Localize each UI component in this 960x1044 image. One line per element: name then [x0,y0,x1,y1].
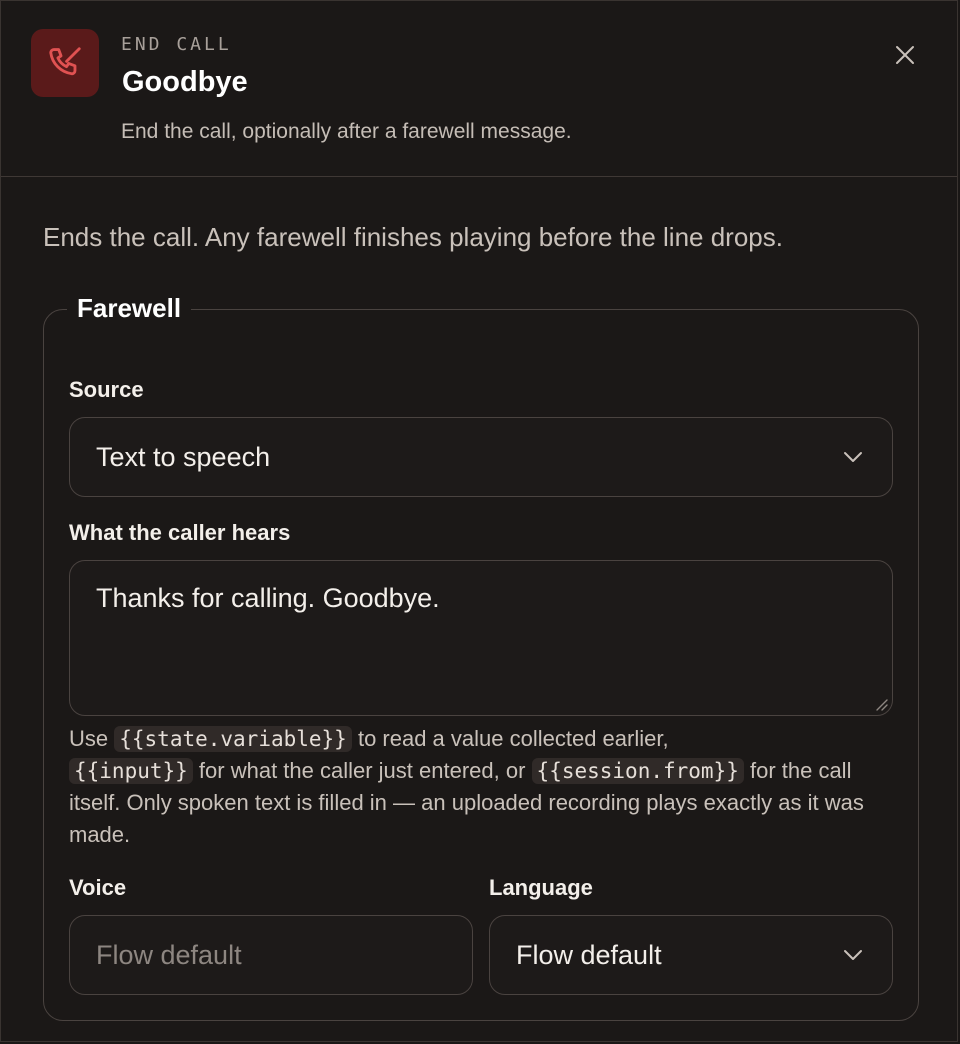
code-session-from: {{session.from}} [531,758,744,784]
end-call-panel: END CALL Goodbye End the call, optionall… [0,0,958,1042]
source-value: Text to speech [96,441,271,472]
message-value: Thanks for calling. Goodbye. [96,583,440,613]
chevron-down-icon [842,450,864,464]
voice-input[interactable]: Flow default [69,915,473,995]
message-label: What the caller hears [69,520,291,545]
panel-subtitle: End the call, optionally after a farewel… [121,120,572,143]
source-label: Source [69,377,144,402]
panel-header: END CALL Goodbye End the call, optionall… [1,1,957,177]
voice-label: Voice [69,875,127,900]
code-state-variable: {{state.variable}} [114,726,352,752]
help-text: Use [69,726,109,751]
template-help-text: Use {{state.variable}} to read a value c… [69,723,889,851]
close-icon [896,46,914,64]
chevron-down-icon [842,948,864,962]
source-select[interactable]: Text to speech [69,417,893,497]
panel-title: Goodbye [122,66,248,98]
code-input: {{input}} [69,758,193,784]
help-text: to read a value collected earlier, [357,726,669,751]
close-button[interactable] [887,37,923,73]
intro-text: Ends the call. Any farewell finishes pla… [43,222,783,252]
language-label: Language [489,875,593,900]
node-type-label: END CALL [121,34,232,55]
resize-handle-icon[interactable] [874,697,888,711]
phone-hangup-icon [31,29,99,97]
voice-placeholder: Flow default [96,939,242,970]
help-text: for what the caller just entered, or [198,758,526,783]
language-value: Flow default [516,939,662,970]
farewell-legend: Farewell [67,293,192,324]
language-select[interactable]: Flow default [489,915,893,995]
message-textarea[interactable]: Thanks for calling. Goodbye. [69,560,893,716]
